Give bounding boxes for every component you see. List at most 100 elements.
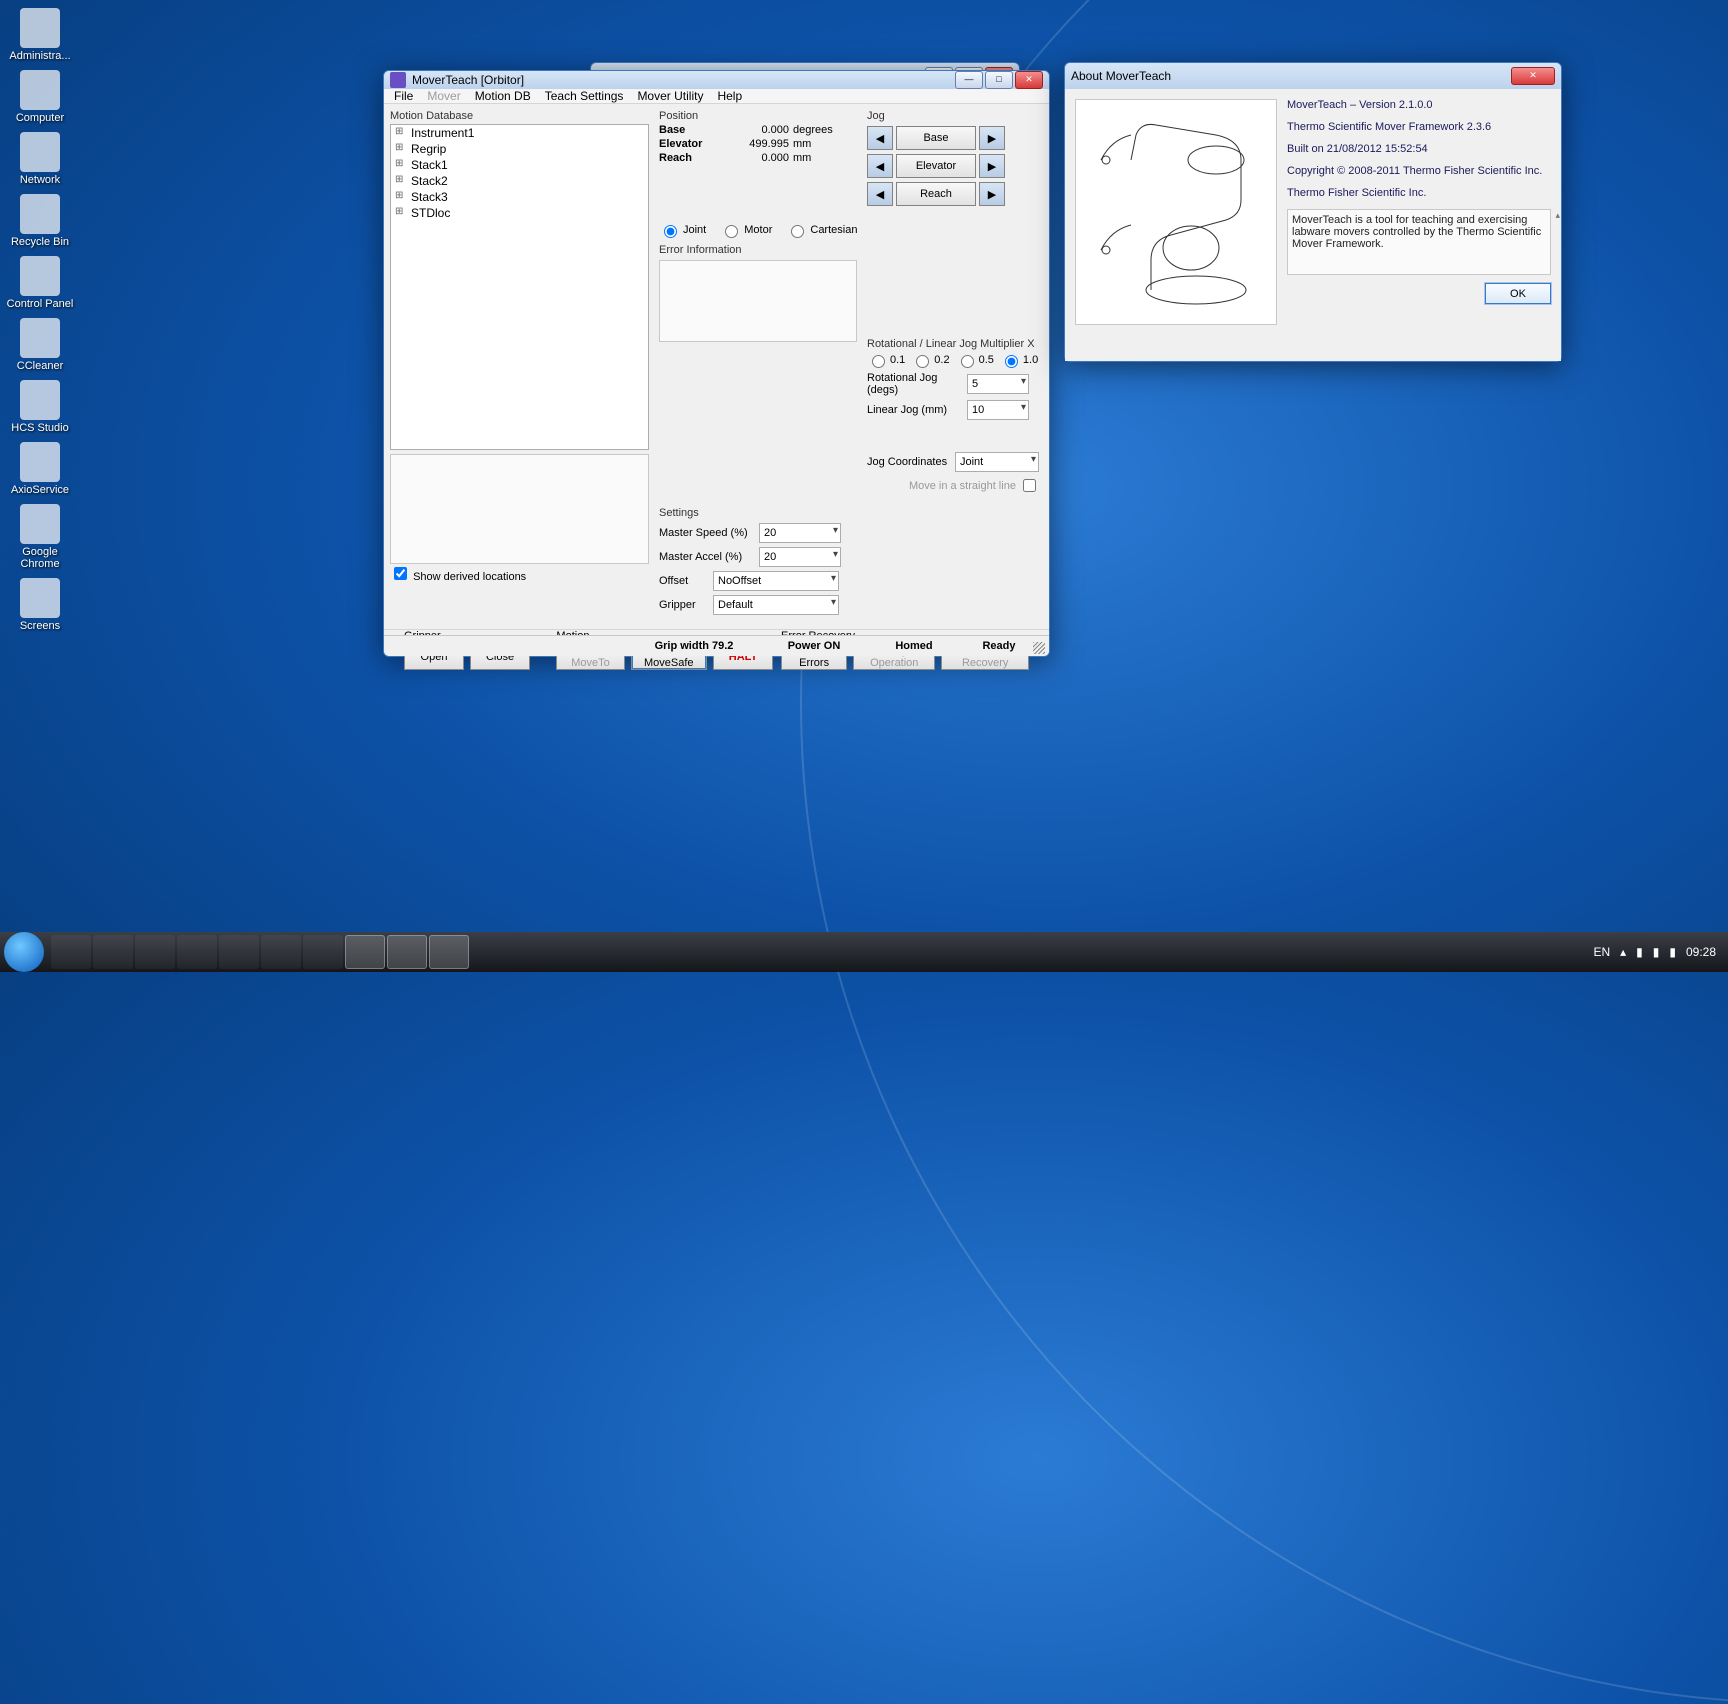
minimize-button[interactable]: —: [955, 71, 983, 89]
about-image: [1075, 99, 1277, 325]
task-chrome[interactable]: [303, 935, 343, 969]
about-version: MoverTeach – Version 2.1.0.0: [1287, 99, 1551, 111]
error-info-box: [659, 260, 857, 342]
desktop-icon-hcs[interactable]: HCS Studio: [2, 380, 78, 434]
straight-label: Move in a straight line: [909, 480, 1016, 492]
tray-time[interactable]: 09:28: [1686, 945, 1716, 959]
task-app2[interactable]: [219, 935, 259, 969]
rotjog-combo[interactable]: 5: [967, 374, 1029, 394]
status-ready: Ready: [959, 640, 1039, 652]
tree-item[interactable]: Stack2: [391, 173, 648, 189]
jog-base-button[interactable]: Base: [896, 126, 976, 150]
radio-joint[interactable]: Joint: [659, 222, 706, 238]
jog-reach-minus[interactable]: ◀: [867, 182, 893, 206]
tray-lang[interactable]: EN: [1593, 945, 1610, 959]
tree-item[interactable]: Stack1: [391, 157, 648, 173]
window-title: MoverTeach [Orbitor]: [412, 73, 524, 87]
task-mover2[interactable]: [387, 935, 427, 969]
task-explorer[interactable]: [93, 935, 133, 969]
task-mover[interactable]: [345, 935, 385, 969]
linjog-combo[interactable]: 10: [967, 400, 1029, 420]
mult-02[interactable]: 0.2: [911, 352, 949, 368]
menu-motiondb[interactable]: Motion DB: [475, 89, 531, 103]
jog-elev-button[interactable]: Elevator: [896, 154, 976, 178]
desktop-icon-ccleaner[interactable]: CCleaner: [2, 318, 78, 372]
jog-reach-plus[interactable]: ▶: [979, 182, 1005, 206]
moverteach-window: MoverTeach [Orbitor] — □ ✕ File Mover Mo…: [383, 70, 1050, 657]
desktop-icon-controlpanel[interactable]: Control Panel: [2, 256, 78, 310]
mult-01[interactable]: 0.1: [867, 352, 905, 368]
mult-10[interactable]: 1.0: [1000, 352, 1038, 368]
tray-vol-icon[interactable]: ▮: [1669, 945, 1676, 959]
about-title: About MoverTeach: [1071, 69, 1171, 83]
jog-base-plus[interactable]: ▶: [979, 126, 1005, 150]
task-search[interactable]: [261, 935, 301, 969]
close-button[interactable]: ✕: [1015, 71, 1043, 89]
desktop-icon-computer[interactable]: Computer: [2, 70, 78, 124]
menu-help[interactable]: Help: [717, 89, 742, 103]
menu-teach[interactable]: Teach Settings: [545, 89, 624, 103]
tree-item[interactable]: STDloc: [391, 205, 648, 221]
about-copyright: Copyright © 2008-2011 Thermo Fisher Scie…: [1287, 165, 1551, 177]
app-icon: [390, 72, 406, 88]
offset-combo[interactable]: NoOffset: [713, 571, 839, 591]
status-homed: Homed: [869, 640, 959, 652]
menubar: File Mover Motion DB Teach Settings Move…: [384, 89, 1049, 104]
desktop-icon-chrome[interactable]: Google Chrome: [2, 504, 78, 570]
start-button[interactable]: [4, 932, 44, 972]
settings-label: Settings: [659, 507, 857, 519]
mult-05[interactable]: 0.5: [956, 352, 994, 368]
desktop-icon-network[interactable]: Network: [2, 132, 78, 186]
jog-reach-button[interactable]: Reach: [896, 182, 976, 206]
show-derived-checkbox[interactable]: Show derived locations: [390, 571, 526, 583]
coord-radios: Joint Motor Cartesian: [659, 222, 857, 238]
menu-utility[interactable]: Mover Utility: [637, 89, 703, 103]
jogcoord-combo[interactable]: Joint: [955, 452, 1039, 472]
task-app1[interactable]: [177, 935, 217, 969]
motion-db-tree[interactable]: Instrument1 Regrip Stack1 Stack2 Stack3 …: [390, 124, 649, 450]
motion-db-label: Motion Database: [390, 110, 649, 122]
tree-item[interactable]: Instrument1: [391, 125, 648, 141]
taskbar: EN ▴ ▮ ▮ ▮ 09:28: [0, 932, 1728, 972]
position-group: Position Base0.000degrees Elevator499.99…: [659, 108, 857, 210]
tree-item[interactable]: Regrip: [391, 141, 648, 157]
jog-elev-minus[interactable]: ◀: [867, 154, 893, 178]
jog-elev-plus[interactable]: ▶: [979, 154, 1005, 178]
tray-arrow-icon[interactable]: ▴: [1620, 945, 1626, 959]
desktop-icon-screens[interactable]: Screens: [2, 578, 78, 632]
jog-base-minus[interactable]: ◀: [867, 126, 893, 150]
task-media[interactable]: [135, 935, 175, 969]
about-framework: Thermo Scientific Mover Framework 2.3.6: [1287, 121, 1551, 133]
gripper-combo[interactable]: Default: [713, 595, 839, 615]
jog-mult-radios: 0.1 0.2 0.5 1.0: [867, 352, 1039, 368]
about-dialog: About MoverTeach ✕ MoverTeach – Version …: [1064, 62, 1562, 362]
radio-cartesian[interactable]: Cartesian: [786, 222, 857, 238]
about-description: MoverTeach is a tool for teaching and ex…: [1287, 209, 1551, 275]
about-company: Thermo Fisher Scientific Inc.: [1287, 187, 1551, 199]
tray-flag-icon[interactable]: ▮: [1636, 945, 1643, 959]
task-mover3[interactable]: [429, 935, 469, 969]
desktop-icon-axio[interactable]: AxioService: [2, 442, 78, 496]
status-power: Power ON: [759, 640, 869, 652]
radio-motor[interactable]: Motor: [720, 222, 772, 238]
systray: EN ▴ ▮ ▮ ▮ 09:28: [1593, 945, 1724, 959]
about-built: Built on 21/08/2012 15:52:54: [1287, 143, 1551, 155]
tray-net-icon[interactable]: ▮: [1653, 945, 1660, 959]
detail-panel: [390, 454, 649, 564]
ok-button[interactable]: OK: [1485, 283, 1551, 304]
tree-item[interactable]: Stack3: [391, 189, 648, 205]
maximize-button[interactable]: □: [985, 71, 1013, 89]
task-ie[interactable]: [51, 935, 91, 969]
menu-mover[interactable]: Mover: [427, 89, 460, 103]
straight-checkbox[interactable]: [1023, 479, 1036, 492]
resize-grip[interactable]: [1033, 642, 1045, 654]
about-titlebar[interactable]: About MoverTeach ✕: [1065, 63, 1561, 89]
speed-combo[interactable]: 20: [759, 523, 841, 543]
titlebar[interactable]: MoverTeach [Orbitor] — □ ✕: [384, 71, 1049, 89]
status-grip: Grip width 79.2: [629, 640, 759, 652]
accel-combo[interactable]: 20: [759, 547, 841, 567]
about-close-button[interactable]: ✕: [1511, 67, 1555, 85]
desktop-icon-recycle[interactable]: Recycle Bin: [2, 194, 78, 248]
desktop-icon-admin[interactable]: Administra...: [2, 8, 78, 62]
menu-file[interactable]: File: [394, 89, 413, 103]
